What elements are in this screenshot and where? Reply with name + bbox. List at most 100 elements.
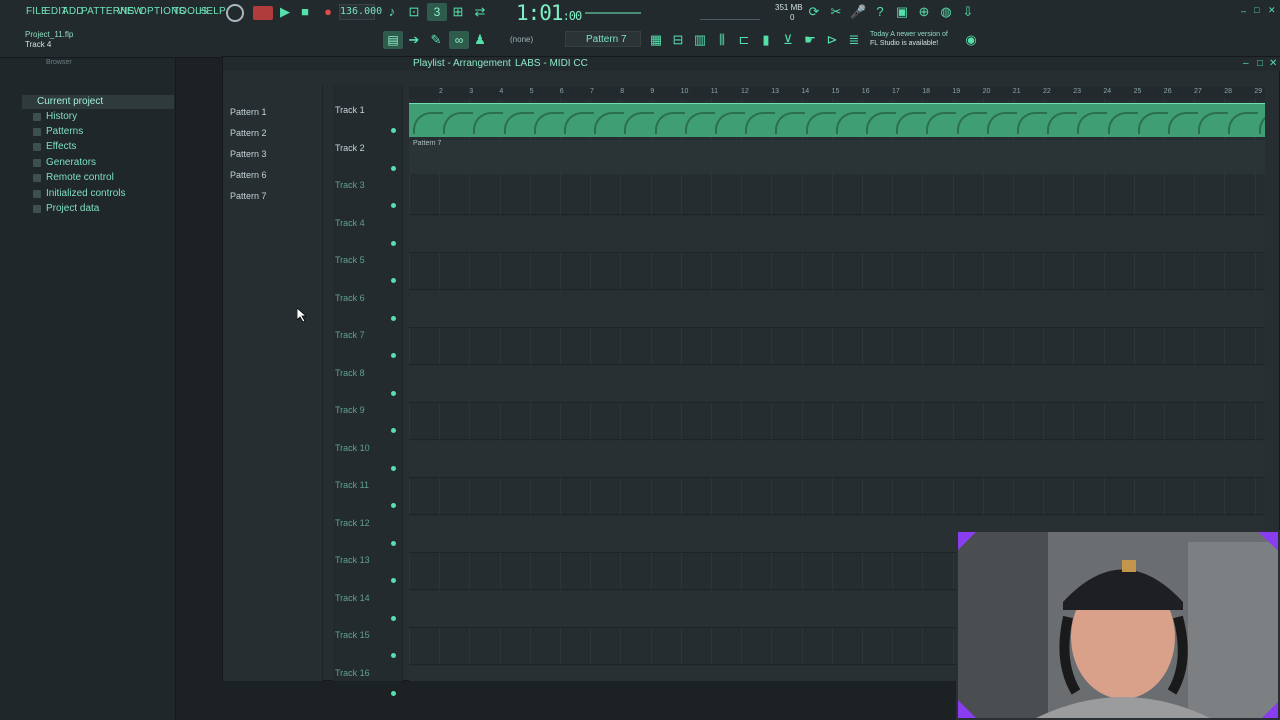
track-lane[interactable] bbox=[409, 178, 1265, 215]
undo-history-icon[interactable]: ⟳ bbox=[806, 4, 822, 20]
track-mute-led[interactable] bbox=[391, 390, 396, 396]
chat-icon[interactable]: ◍ bbox=[938, 4, 954, 20]
track-lane[interactable] bbox=[409, 403, 1265, 440]
globe-icon[interactable]: ◉ bbox=[963, 32, 979, 48]
track-name[interactable]: Track 13 bbox=[335, 555, 370, 565]
track-name[interactable]: Track 12 bbox=[335, 518, 370, 528]
track-name[interactable]: Track 10 bbox=[335, 443, 370, 453]
news-icon[interactable]: ≣ bbox=[846, 32, 862, 48]
track-lane[interactable] bbox=[409, 328, 1265, 365]
track-name[interactable]: Track 11 bbox=[335, 480, 369, 490]
track-mute-led[interactable] bbox=[391, 353, 396, 358]
playlist-close-icon[interactable]: ✕ bbox=[1269, 57, 1277, 71]
browser-root-current-project[interactable]: Current project bbox=[22, 95, 174, 109]
track-mute-led[interactable] bbox=[391, 240, 396, 246]
timeline-ruler[interactable]: 2 3 4 5 6 7 8 9 10 11 12 13 14 15 16 17 18 19 20 21 22 23 24 25… bbox=[409, 87, 1265, 99]
playlist-minimize-icon[interactable]: – bbox=[1243, 57, 1249, 71]
save-icon[interactable]: ▣ bbox=[894, 4, 910, 20]
pattern-picker-item[interactable]: Pattern 1 bbox=[230, 106, 267, 118]
menu-help[interactable]: HELP bbox=[199, 6, 226, 17]
playlist-breadcrumb[interactable]: LABS - MIDI CC bbox=[515, 57, 588, 71]
track-mute-led[interactable] bbox=[391, 540, 396, 546]
track-name[interactable]: Track 1 bbox=[335, 105, 365, 115]
master-volume-knob[interactable] bbox=[226, 4, 244, 22]
track-name[interactable]: Track 7 bbox=[335, 330, 365, 340]
pattern-clip-track-2[interactable]: Pattern 7 bbox=[409, 140, 1265, 174]
track-mute-led[interactable] bbox=[391, 315, 396, 321]
pattern-clip-track-1[interactable] bbox=[409, 103, 1265, 137]
blend-notes-icon[interactable]: ⊞ bbox=[450, 4, 466, 20]
song-mode-icon[interactable] bbox=[253, 6, 273, 20]
stop-icon[interactable]: ■ bbox=[297, 4, 313, 20]
browser-item-patterns[interactable]: Patterns bbox=[32, 125, 83, 139]
link-button[interactable]: ∞ bbox=[449, 31, 469, 49]
minimize-icon[interactable]: – bbox=[1241, 6, 1246, 16]
cut-icon[interactable]: ✂ bbox=[828, 4, 844, 20]
playlist-maximize-icon[interactable]: □ bbox=[1257, 57, 1263, 71]
metronome-icon[interactable]: ♪ bbox=[384, 4, 400, 20]
track-mute-led[interactable] bbox=[391, 615, 396, 621]
track-name[interactable]: Track 16 bbox=[335, 668, 370, 678]
download-icon[interactable]: ⇩ bbox=[960, 4, 976, 20]
track-mute-led[interactable] bbox=[391, 278, 396, 283]
microphone-icon[interactable]: 🎤 bbox=[850, 4, 866, 20]
pattern-picker-item[interactable]: Pattern 6 bbox=[230, 169, 267, 181]
track-lane[interactable] bbox=[409, 215, 1265, 253]
track-lane[interactable] bbox=[409, 253, 1265, 290]
record-icon[interactable]: ● bbox=[320, 4, 336, 20]
close-icon[interactable]: ✕ bbox=[1268, 5, 1276, 16]
playlist-icon[interactable]: ▦ bbox=[648, 32, 664, 48]
loop-record-icon[interactable]: ⇄ bbox=[472, 4, 488, 20]
track-mute-led[interactable] bbox=[391, 690, 396, 696]
help-icon[interactable]: ? bbox=[872, 4, 888, 20]
track-mute-led[interactable] bbox=[391, 465, 396, 471]
browser-item-project-data[interactable]: Project data bbox=[32, 202, 99, 216]
track-lane[interactable] bbox=[409, 440, 1265, 478]
arrow-right-icon[interactable]: ➔ bbox=[406, 32, 422, 48]
track-name[interactable]: Track 5 bbox=[335, 255, 365, 265]
pencil-icon[interactable]: ✎ bbox=[428, 32, 444, 48]
track-mute-led[interactable] bbox=[391, 165, 396, 171]
countdown-button[interactable]: 3 bbox=[427, 3, 447, 21]
wait-icon[interactable]: ⊡ bbox=[406, 4, 422, 20]
plugin-picker-icon[interactable]: ⊻ bbox=[780, 32, 796, 48]
browser-item-initialized-controls[interactable]: Initialized controls bbox=[32, 187, 125, 201]
track-name[interactable]: Track 15 bbox=[335, 630, 370, 640]
pattern-none-label[interactable]: (none) bbox=[510, 35, 533, 44]
pattern-picker-item[interactable]: Pattern 3 bbox=[230, 148, 267, 160]
track-mute-led[interactable] bbox=[391, 203, 396, 208]
track-mute-led[interactable] bbox=[391, 578, 396, 583]
news-panel[interactable]: Today A newer version of FL Studio is av… bbox=[870, 30, 948, 48]
piano-roll-icon[interactable]: ⊟ bbox=[670, 32, 686, 48]
track-lane[interactable] bbox=[409, 365, 1265, 403]
track-name[interactable]: Track 14 bbox=[335, 593, 370, 603]
track-name[interactable]: Track 4 bbox=[335, 218, 365, 228]
track-lane[interactable] bbox=[409, 290, 1265, 328]
browser-item-generators[interactable]: Generators bbox=[32, 156, 96, 170]
track-mute-led[interactable] bbox=[391, 428, 396, 433]
pitch-slider[interactable] bbox=[585, 12, 641, 14]
browser-item-history[interactable]: History bbox=[32, 110, 77, 124]
track-name[interactable]: Track 8 bbox=[335, 368, 365, 378]
play-icon[interactable]: ▶ bbox=[277, 4, 293, 20]
pattern-picker-item[interactable]: Pattern 2 bbox=[230, 127, 267, 139]
track-mute-led[interactable] bbox=[391, 503, 396, 508]
browser-item-remote-control[interactable]: Remote control bbox=[33, 171, 114, 185]
paste-icon[interactable]: ⊳ bbox=[824, 32, 840, 48]
pattern-selector[interactable]: Pattern 7 bbox=[565, 31, 641, 47]
track-lane[interactable] bbox=[409, 478, 1265, 515]
plugin-db-icon[interactable]: ▮ bbox=[758, 32, 774, 48]
track-name[interactable]: Track 9 bbox=[335, 405, 365, 415]
plugin-icon[interactable]: ⊕ bbox=[916, 4, 932, 20]
channel-rack-icon[interactable]: ▥ bbox=[692, 32, 708, 48]
maximize-icon[interactable]: □ bbox=[1254, 5, 1259, 15]
track-mute-led[interactable] bbox=[391, 128, 396, 133]
browser-icon[interactable]: ⊏ bbox=[736, 32, 752, 48]
stamp-icon[interactable]: ♟ bbox=[472, 32, 488, 48]
track-name[interactable]: Track 3 bbox=[335, 180, 365, 190]
pattern-picker-item[interactable]: Pattern 7 bbox=[230, 190, 267, 202]
touch-icon[interactable]: ☛ bbox=[802, 32, 818, 48]
track-name[interactable]: Track 2 bbox=[335, 143, 365, 153]
track-name[interactable]: Track 6 bbox=[335, 293, 365, 303]
mixer-icon[interactable]: ⫼ bbox=[714, 32, 730, 48]
